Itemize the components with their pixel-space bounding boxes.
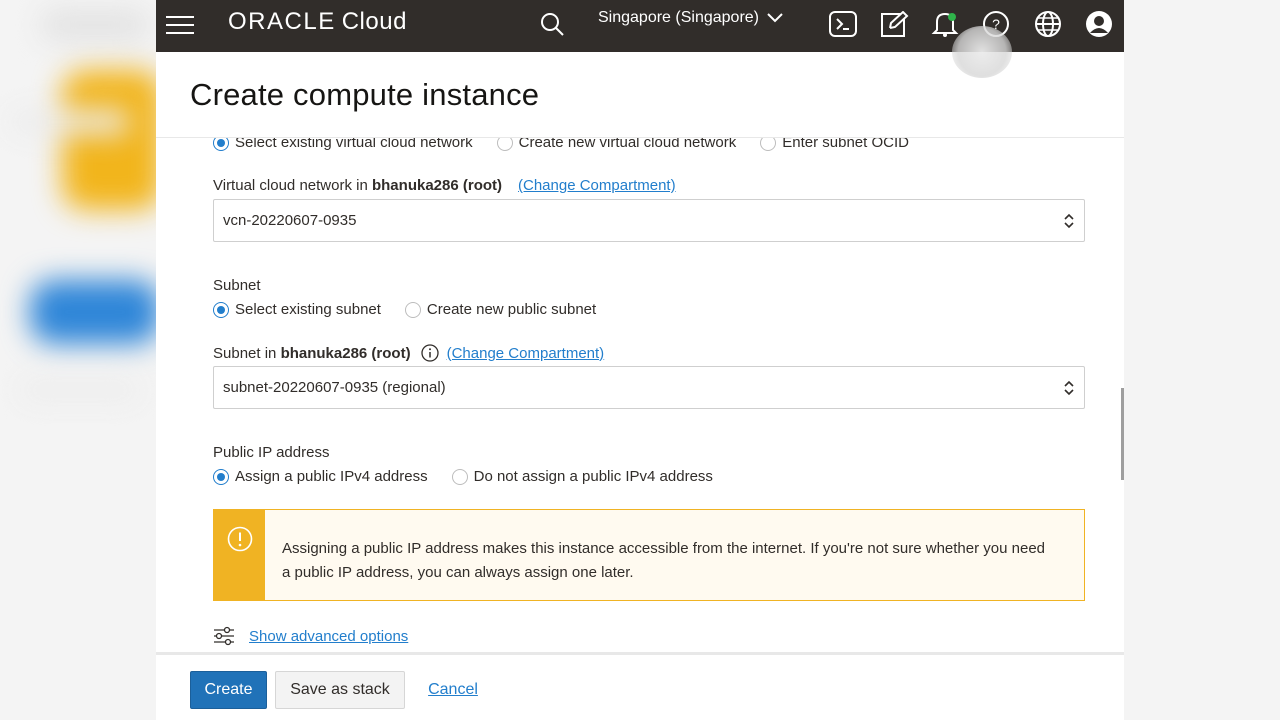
subnet-label-prefix: Subnet in xyxy=(213,344,281,362)
radio-button[interactable] xyxy=(404,301,421,318)
save-as-stack-button[interactable]: Save as stack xyxy=(275,671,405,709)
select-arrows-icon xyxy=(1064,380,1074,396)
public-ip-warning-banner: Assigning a public IP address makes this… xyxy=(213,509,1085,601)
brand-oracle: ORACLE xyxy=(228,8,336,35)
search-icon[interactable] xyxy=(534,6,570,42)
radio-label: Select existing virtual cloud network xyxy=(235,138,473,151)
info-icon[interactable] xyxy=(420,344,439,362)
chevron-down-icon xyxy=(767,13,783,23)
vcn-change-compartment-link[interactable]: (Change Compartment) xyxy=(518,177,676,194)
vcn-label-prefix: Virtual cloud network in xyxy=(213,177,372,194)
radio-label: Select existing subnet xyxy=(235,301,381,318)
radio-button[interactable] xyxy=(213,138,229,151)
edit-icon[interactable] xyxy=(877,6,913,42)
region-label: Singapore (Singapore) xyxy=(598,9,759,26)
vcn-compartment-name: bhanuka286 (root) xyxy=(371,177,503,194)
blurred-backdrop-left xyxy=(0,0,156,720)
subnet-radio-group: Select existing subnet Create new public… xyxy=(213,301,620,318)
cancel-button[interactable]: Cancel xyxy=(422,671,484,709)
globe-icon[interactable] xyxy=(1030,6,1066,42)
subnet-compartment-name: bhanuka286 (root) xyxy=(280,344,411,362)
oracle-cloud-logo[interactable]: ORACLE Cloud xyxy=(228,8,407,36)
title-bar: Create compute instance xyxy=(156,52,1124,138)
scrollbar-thumb[interactable] xyxy=(1121,388,1124,480)
radio-create-new-vcn[interactable]: Create new virtual cloud network xyxy=(496,138,737,151)
radio-assign-public-ipv4[interactable]: Assign a public IPv4 address xyxy=(213,468,428,485)
vcn-field-label: Virtual cloud network in bhanuka286 (roo… xyxy=(213,177,502,194)
radio-select-existing-subnet[interactable]: Select existing subnet xyxy=(213,301,381,318)
radio-label: Create new virtual cloud network xyxy=(518,138,737,151)
radio-button[interactable] xyxy=(213,301,229,318)
public-ip-heading-row: Public IP address xyxy=(213,444,329,461)
form-footer: Create Save as stack Cancel xyxy=(156,652,1124,720)
svg-text:?: ? xyxy=(992,16,1000,32)
warning-message: Assigning a public IP address makes this… xyxy=(282,540,1046,581)
subnet-heading-row: Subnet xyxy=(213,277,261,294)
sliders-icon xyxy=(214,626,234,646)
blurred-backdrop-right xyxy=(1124,0,1280,720)
create-button[interactable]: Create xyxy=(190,671,267,709)
radio-create-new-public-subnet[interactable]: Create new public subnet xyxy=(404,301,597,318)
page-title: Create compute instance xyxy=(190,77,540,112)
subnet-field-label-row: Subnet in bhanuka286 (root) (Change Comp… xyxy=(213,344,604,362)
subnet-select-value: subnet-20220607-0935 (regional) xyxy=(223,379,446,396)
vcn-select[interactable]: vcn-20220607-0935 xyxy=(213,199,1085,242)
warning-icon xyxy=(227,526,252,552)
app-window: ORACLE Cloud Singapore (Singapore) ? Cre… xyxy=(156,0,1124,720)
radio-label: Enter subnet OCID xyxy=(782,138,909,151)
radio-button[interactable] xyxy=(213,468,229,485)
select-arrows-icon xyxy=(1064,213,1074,229)
warning-stripe xyxy=(214,510,265,600)
subnet-field-label: Subnet in bhanuka286 (root) xyxy=(213,345,411,362)
radio-label: Assign a public IPv4 address xyxy=(235,468,428,485)
subnet-heading: Subnet xyxy=(213,277,261,294)
public-ip-radio-group: Assign a public IPv4 address Do not assi… xyxy=(213,468,737,485)
user-icon[interactable] xyxy=(1081,6,1117,42)
radio-button[interactable] xyxy=(760,138,777,151)
radio-label: Create new public subnet xyxy=(426,301,597,318)
region-selector[interactable]: Singapore (Singapore) xyxy=(598,8,783,28)
radio-button[interactable] xyxy=(451,468,468,485)
radio-select-existing-vcn[interactable]: Select existing virtual cloud network xyxy=(213,138,473,151)
menu-icon[interactable] xyxy=(166,10,196,40)
public-ip-heading: Public IP address xyxy=(213,444,330,461)
show-advanced-options-toggle[interactable]: Show advanced options xyxy=(213,626,408,646)
vcn-select-value: vcn-20220607-0935 xyxy=(223,212,357,229)
radio-button[interactable] xyxy=(496,138,513,151)
top-navigation-bar: ORACLE Cloud Singapore (Singapore) ? xyxy=(156,0,1124,78)
bell-icon[interactable] xyxy=(927,6,963,42)
show-advanced-options-link[interactable]: Show advanced options xyxy=(249,628,408,645)
radio-label: Do not assign a public IPv4 address xyxy=(473,468,713,485)
radio-do-not-assign-public-ipv4[interactable]: Do not assign a public IPv4 address xyxy=(451,468,713,485)
form-content: Select existing virtual cloud network Cr… xyxy=(156,138,1124,652)
subnet-change-compartment-link[interactable]: (Change Compartment) xyxy=(447,345,605,362)
subnet-select[interactable]: subnet-20220607-0935 (regional) xyxy=(213,366,1085,409)
cloud-shell-icon[interactable] xyxy=(825,6,861,42)
radio-enter-subnet-ocid[interactable]: Enter subnet OCID xyxy=(760,138,909,151)
help-icon[interactable]: ? xyxy=(978,6,1014,42)
brand-cloud: Cloud xyxy=(341,8,407,35)
vcn-field-label-row: Virtual cloud network in bhanuka286 (roo… xyxy=(213,177,676,194)
vcn-source-radio-group: Select existing virtual cloud network Cr… xyxy=(213,138,933,151)
